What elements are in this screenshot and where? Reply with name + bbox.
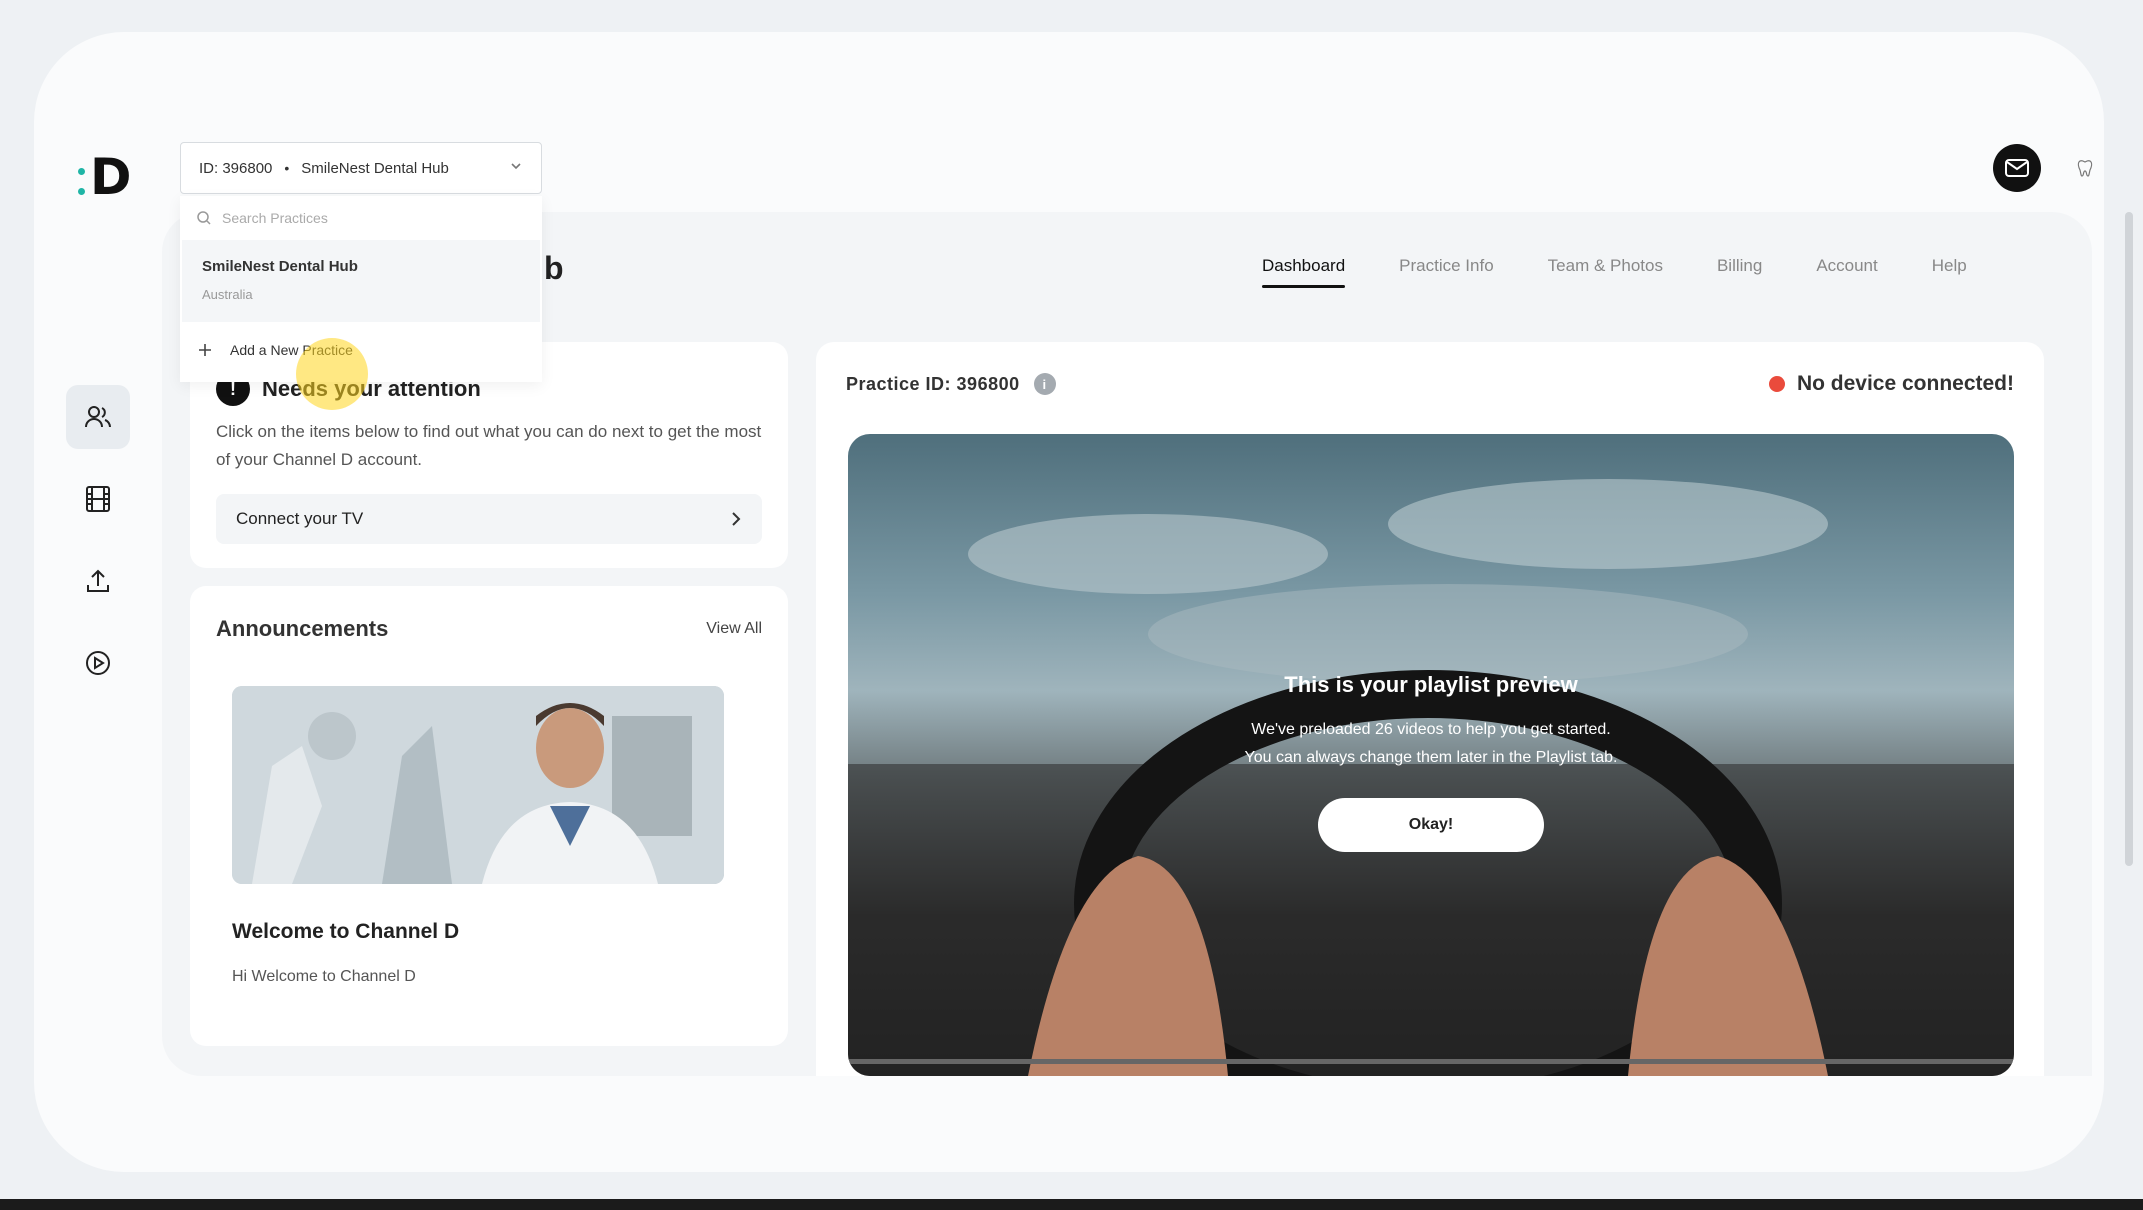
chevron-right-icon xyxy=(732,512,741,526)
info-icon[interactable]: i xyxy=(1033,373,1056,395)
search-input[interactable]: Search Practices xyxy=(222,210,328,226)
logo-letter: D xyxy=(90,148,132,206)
announcement-title[interactable]: Welcome to Channel D xyxy=(232,920,762,944)
film-icon xyxy=(86,486,110,512)
tab-practice-info[interactable]: Practice Info xyxy=(1399,256,1494,288)
main-tabs: Dashboard Practice Info Team & Photos Bi… xyxy=(1262,256,1967,288)
mail-icon xyxy=(2005,159,2029,177)
status-dot xyxy=(1768,376,1785,392)
practice-search[interactable]: Search Practices xyxy=(180,196,542,240)
view-all-link[interactable]: View All xyxy=(706,620,762,638)
playlist-preview-card: Practice ID: 396800 i No device connecte… xyxy=(816,342,2044,1076)
preview-message: We've preloaded 26 videos to help you ge… xyxy=(848,716,2014,772)
practice-id: ID: 396800 xyxy=(199,159,273,177)
logo-dot xyxy=(78,188,85,195)
announcement-subtitle: Hi Welcome to Channel D xyxy=(232,968,416,985)
tab-help[interactable]: Help xyxy=(1932,256,1967,288)
tab-dashboard[interactable]: Dashboard xyxy=(1262,256,1346,288)
okay-button[interactable]: Okay! xyxy=(1318,798,1544,852)
dropdown-item-location: Australia xyxy=(202,287,253,302)
sidebar-nav xyxy=(66,385,130,713)
device-status-text: No device connected! xyxy=(1796,372,2014,395)
announcements-heading: Announcements xyxy=(216,616,389,641)
practice-name: SmileNest Dental Hub xyxy=(301,159,449,177)
users-icon xyxy=(85,406,111,428)
tooth-icon xyxy=(2077,160,2093,177)
plus-icon xyxy=(199,344,211,356)
dentist-photo xyxy=(232,686,724,884)
play-icon xyxy=(86,651,110,675)
preview-line-1: We've preloaded 26 videos to help you ge… xyxy=(1251,721,1611,738)
announcement-image[interactable] xyxy=(232,686,724,884)
bottom-edge xyxy=(0,1199,2143,1210)
chevron-down-icon xyxy=(511,163,521,170)
dropdown-item-name: SmileNest Dental Hub xyxy=(202,258,358,275)
sidebar-item-videos[interactable] xyxy=(66,467,130,531)
sidebar-item-team[interactable] xyxy=(66,385,130,449)
practice-selector[interactable]: ID: 396800 • SmileNest Dental Hub xyxy=(180,142,542,194)
sidebar-item-upload[interactable] xyxy=(66,549,130,613)
page-title: b xyxy=(544,250,564,286)
separator: • xyxy=(284,160,290,176)
tab-billing[interactable]: Billing xyxy=(1717,256,1762,288)
practice-avatar[interactable] xyxy=(2063,150,2107,186)
practice-id-label: Practice ID: 396800 xyxy=(846,373,1020,394)
search-icon xyxy=(197,211,211,225)
preview-line-2: You can always change them later in the … xyxy=(1244,749,1618,766)
attention-description: Click on the items below to find out wha… xyxy=(216,422,762,469)
page-scrollbar[interactable] xyxy=(2125,212,2133,866)
logo-dot xyxy=(78,168,85,175)
announcements-card: Announcements View All Welcome to Channe… xyxy=(190,586,788,1046)
connect-tv-button[interactable]: Connect your TV xyxy=(216,494,762,544)
upload-icon xyxy=(87,569,109,592)
messages-button[interactable] xyxy=(1993,144,2041,192)
sidebar-item-playlist[interactable] xyxy=(66,631,130,695)
connect-tv-label: Connect your TV xyxy=(236,509,364,528)
tab-account[interactable]: Account xyxy=(1816,256,1877,288)
header-actions xyxy=(1993,144,2107,192)
dropdown-item[interactable]: SmileNest Dental Hub Australia xyxy=(182,240,540,322)
preview-title: This is your playlist preview xyxy=(1284,672,1578,697)
cursor-highlight xyxy=(296,338,368,410)
device-status: No device connected! xyxy=(1768,372,2014,396)
tab-team-photos[interactable]: Team & Photos xyxy=(1548,256,1663,288)
video-preview[interactable]: This is your playlist preview We've prel… xyxy=(848,434,2014,1076)
channel-d-logo[interactable]: D xyxy=(74,152,132,208)
